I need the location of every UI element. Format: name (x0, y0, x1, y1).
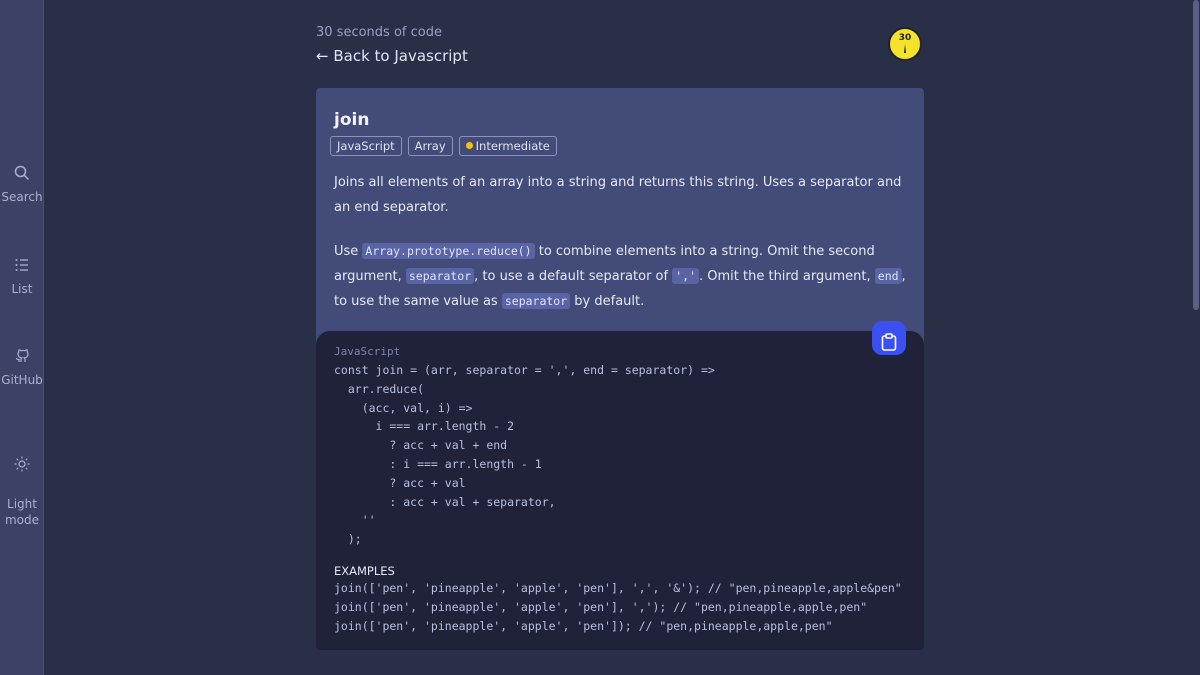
code-block: JavaScript const join = (arr, separator … (316, 331, 924, 650)
sidebar-item-github[interactable]: GitHub (0, 348, 44, 388)
example-line: join(['pen', 'pineapple', 'apple', 'pen'… (334, 618, 833, 633)
difficulty-dot-icon (465, 142, 473, 149)
logo-mark-icon (904, 44, 906, 53)
page-scrollbar[interactable] (1192, 0, 1200, 675)
sidebar-item-label: GitHub (1, 373, 43, 387)
examples-body: join(['pen', 'pineapple', 'apple', 'pen'… (334, 579, 902, 635)
usage-text: . Omit the third argument, (699, 269, 875, 284)
list-icon (15, 259, 28, 271)
inline-code: Array.prototype.reduce() (362, 243, 535, 259)
snippet-description: Joins all elements of an array into a st… (334, 175, 902, 215)
code-line: : i === arr.length - 1 (334, 456, 542, 471)
tag-difficulty[interactable]: Intermediate (458, 136, 557, 156)
sidebar-item-label: List (11, 282, 33, 296)
sidebar-item-list[interactable]: List (0, 257, 44, 297)
code-language: JavaScript (334, 345, 401, 358)
snippet-card: join JavaScript Array Intermediate Joins… (316, 88, 924, 650)
inline-code: separator (501, 293, 571, 309)
inline-code: ',' (672, 268, 699, 284)
code-line: '' (334, 513, 376, 528)
sidebar-item-label: Search (1, 190, 43, 204)
github-icon (15, 349, 29, 362)
inline-code: end (874, 268, 902, 284)
clipboard-icon (881, 333, 897, 351)
site-logo[interactable]: 30 (888, 27, 922, 61)
example-line: join(['pen', 'pineapple', 'apple', 'pen'… (334, 581, 902, 595)
snippet-title: join (334, 110, 370, 130)
tag-list: JavaScript Array Intermediate (330, 136, 557, 156)
copy-code-button[interactable] (872, 321, 906, 355)
code-line: ? acc + val + end (334, 438, 508, 453)
code-line: ? acc + val (334, 475, 466, 490)
usage-text: by default. (570, 294, 645, 309)
code-line: : acc + val + separator, (334, 494, 556, 509)
site-name[interactable]: 30 seconds of code (316, 25, 442, 40)
code-line: arr.reduce( (334, 381, 425, 396)
snippet-usage: Use Array.prototype.reduce() to combine … (334, 239, 909, 314)
code-line: const join = (arr, separator = ',', end … (334, 363, 715, 377)
code-body: const join = (arr, separator = ',', end … (334, 361, 715, 549)
logo-text: 30 (898, 33, 912, 43)
code-line: ); (334, 532, 362, 547)
sidebar-item-label: Light mode (4, 497, 40, 527)
usage-text: , to use a default separator of (474, 269, 673, 284)
usage-text: Use (334, 244, 363, 259)
sidebar: Search List GitHub Light mode (0, 0, 44, 675)
sun-icon (14, 456, 30, 472)
sidebar-item-search[interactable]: Search (0, 165, 44, 205)
code-line: i === arr.length - 2 (334, 419, 515, 434)
inline-code: separator (405, 268, 475, 284)
code-line: (acc, val, i) => (334, 400, 473, 415)
examples-label: EXAMPLES (334, 564, 395, 578)
sidebar-item-light-mode[interactable]: Light mode (0, 440, 44, 544)
difficulty-label: Intermediate (475, 139, 550, 153)
scrollbar-thumb[interactable] (1193, 0, 1199, 310)
tag-category[interactable]: Array (407, 136, 453, 156)
example-line: join(['pen', 'pineapple', 'apple', 'pen'… (334, 599, 868, 614)
search-icon (14, 165, 30, 181)
back-link[interactable]: ← Back to Javascript (316, 47, 468, 65)
tag-language[interactable]: JavaScript (330, 136, 402, 156)
